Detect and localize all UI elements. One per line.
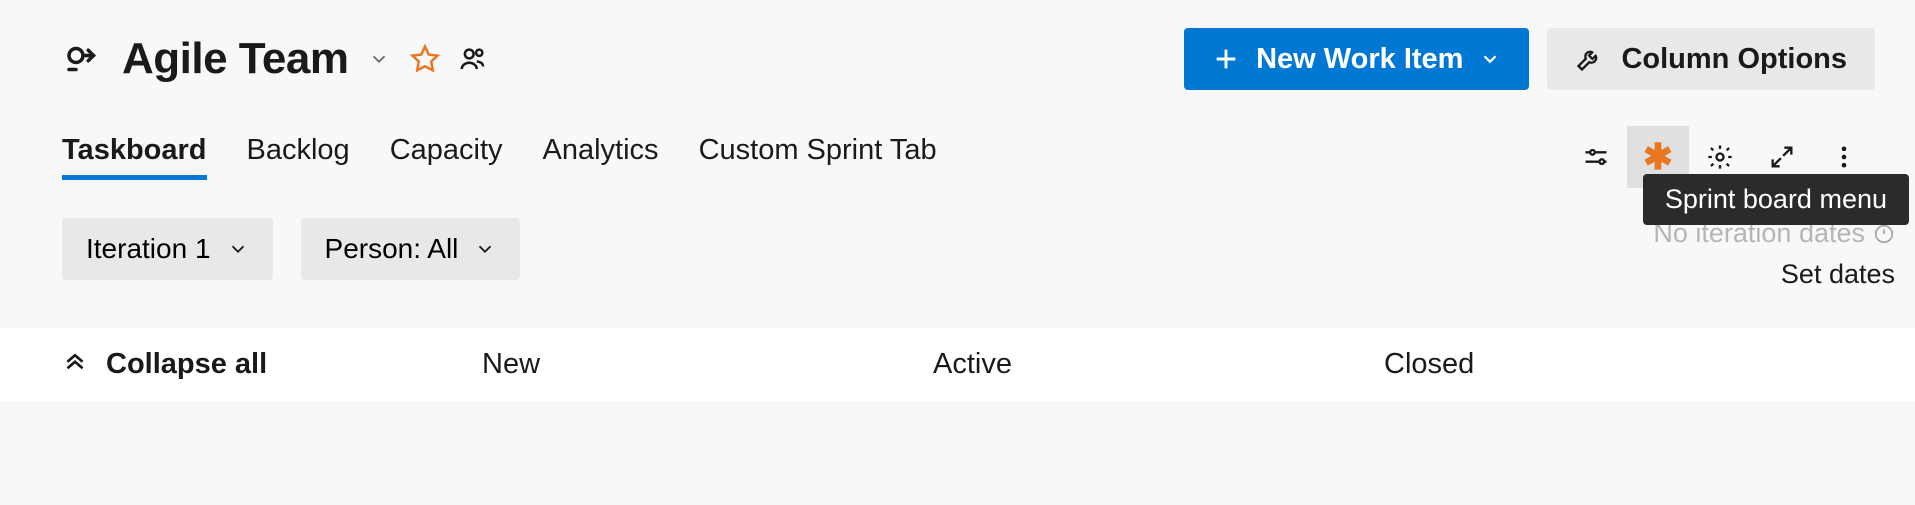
chevron-down-icon	[474, 238, 496, 260]
team-picker-chevron-icon[interactable]	[366, 46, 392, 72]
new-work-item-button[interactable]: New Work Item	[1184, 28, 1529, 90]
iteration-dropdown[interactable]: Iteration 1	[62, 218, 273, 280]
sliders-icon	[1582, 143, 1610, 171]
tab-custom[interactable]: Custom Sprint Tab	[699, 134, 937, 180]
column-header-active: Active	[933, 348, 1384, 381]
board-columns-header: Collapse all New Active Closed	[0, 328, 1915, 401]
page-title: Agile Team	[122, 34, 348, 84]
plus-icon	[1212, 45, 1240, 73]
gear-icon	[1706, 143, 1734, 171]
more-vertical-icon	[1830, 143, 1858, 171]
expand-icon	[1768, 143, 1796, 171]
team-members-icon[interactable]	[458, 44, 488, 74]
chevron-down-icon	[227, 238, 249, 260]
person-label: Person: All	[325, 233, 459, 265]
new-work-item-label: New Work Item	[1256, 43, 1463, 76]
collapse-all-label: Collapse all	[106, 348, 267, 381]
column-header-new: New	[482, 348, 933, 381]
asterisk-icon: ✱	[1643, 136, 1673, 178]
favorite-star-icon[interactable]	[410, 44, 440, 74]
sprint-icon	[62, 38, 104, 80]
header-toolbar: Agile Team New Work Item	[62, 28, 1915, 90]
iteration-label: Iteration 1	[86, 233, 211, 265]
tab-analytics[interactable]: Analytics	[543, 134, 659, 180]
wrench-icon	[1575, 45, 1603, 73]
person-dropdown[interactable]: Person: All	[301, 218, 521, 280]
set-dates-link[interactable]: Set dates	[1781, 259, 1895, 290]
tab-capacity[interactable]: Capacity	[390, 134, 503, 180]
filter-icon-button[interactable]	[1565, 126, 1627, 188]
warning-icon	[1873, 223, 1895, 245]
column-options-button[interactable]: Column Options	[1547, 28, 1875, 90]
tooltip: Sprint board menu	[1643, 174, 1909, 225]
column-header-closed: Closed	[1384, 348, 1915, 381]
tabs-row: Taskboard Backlog Capacity Analytics Cus…	[62, 126, 1915, 188]
tabs: Taskboard Backlog Capacity Analytics Cus…	[62, 134, 937, 180]
tab-taskboard[interactable]: Taskboard	[62, 134, 207, 180]
chevron-down-icon	[1479, 48, 1501, 70]
tab-backlog[interactable]: Backlog	[247, 134, 350, 180]
collapse-all-icon	[62, 352, 88, 378]
collapse-all-button[interactable]: Collapse all	[62, 348, 482, 381]
filters-row: Iteration 1 Person: All No iteration dat…	[62, 218, 1915, 290]
column-options-label: Column Options	[1621, 43, 1847, 76]
